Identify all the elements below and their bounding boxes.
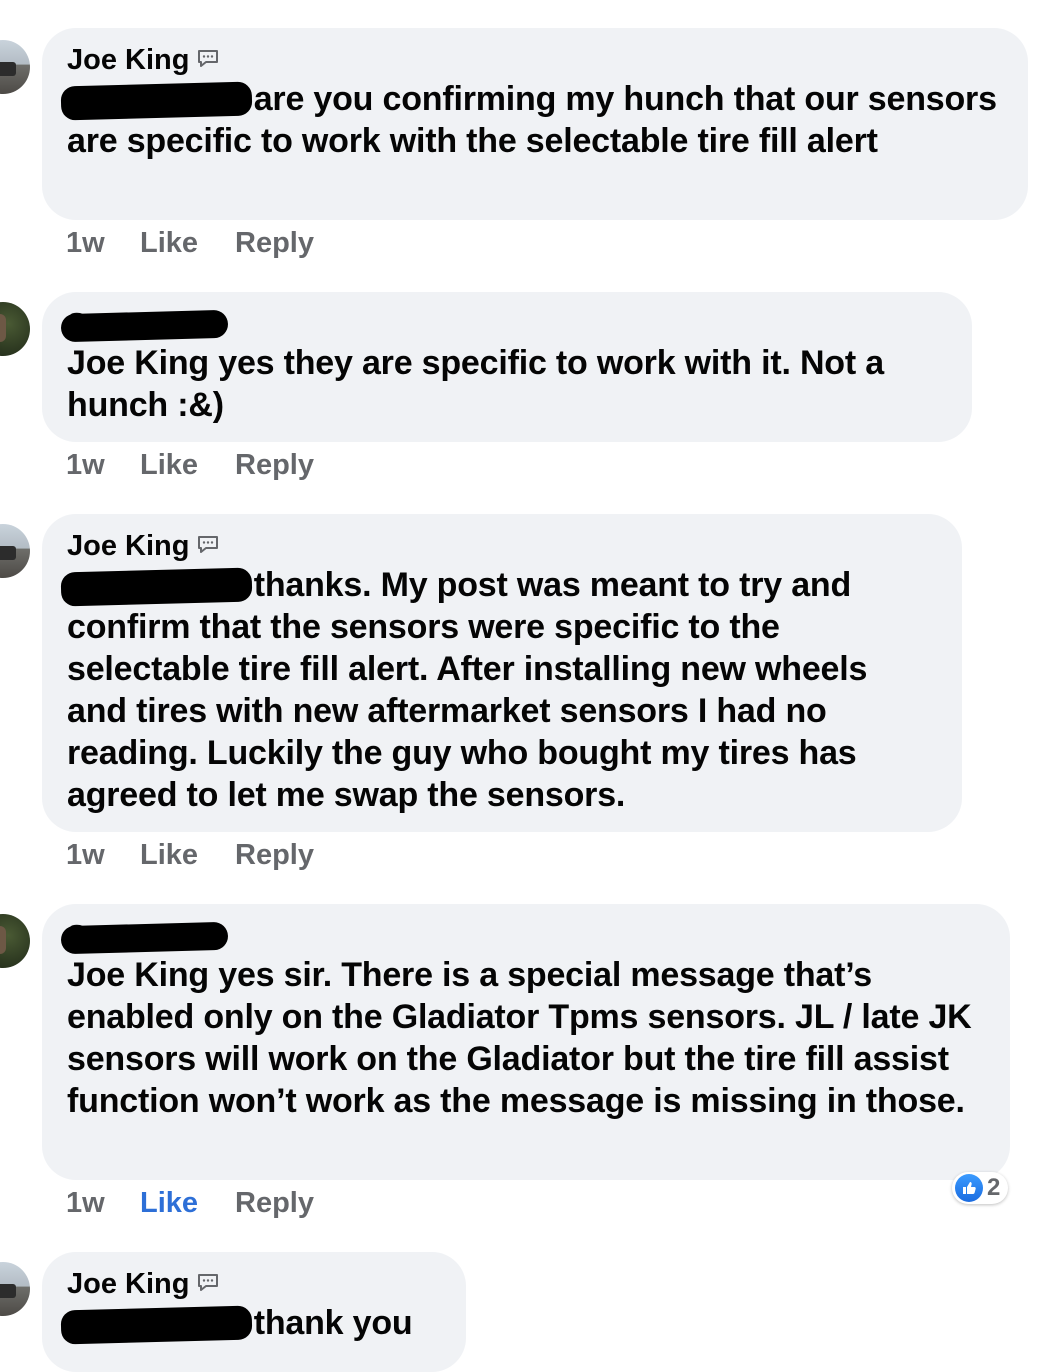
like-button[interactable]: Like [140, 1186, 235, 1220]
comment-author: Joe King [67, 1266, 440, 1302]
message-icon [198, 50, 219, 67]
redacted-mention[interactable]: Scott Blum [67, 1302, 245, 1344]
thumbs-up-icon [955, 1174, 983, 1202]
message-icon [198, 1274, 219, 1291]
mention-link[interactable]: Joe King [67, 344, 209, 382]
comment-actions: 1w Like Reply [66, 838, 314, 872]
like-button[interactable]: Like [140, 838, 235, 872]
comment-bubble: Scott Blum Joe King yes sir. There is a … [42, 904, 1010, 1180]
comment-author: Joe King [67, 42, 1002, 78]
reply-button[interactable]: Reply [235, 226, 314, 260]
reply-button[interactable]: Reply [235, 1186, 314, 1220]
comment-author: Joe King [67, 528, 936, 564]
reply-button[interactable]: Reply [235, 448, 314, 482]
timestamp[interactable]: 1w [66, 1186, 140, 1220]
comment-text: Joe King yes sir. There is a special mes… [67, 954, 984, 1122]
redacted-mention[interactable]: Scott Blum [67, 564, 245, 606]
like-button[interactable]: Like [140, 226, 235, 260]
comment-bubble: Joe King Scott Blum are you confirming m… [42, 28, 1028, 220]
mention-link[interactable]: Joe King [67, 956, 209, 994]
comment-author: Scott Blum [67, 306, 946, 342]
comment-text: Scott Blum are you confirming my hunch t… [67, 78, 1002, 162]
avatar[interactable] [0, 1262, 30, 1316]
comment-body: thank you [244, 1304, 413, 1342]
comment-author: Scott Blum [67, 918, 984, 954]
comment-text: Scott Blum thanks. My post was meant to … [67, 564, 936, 816]
like-button[interactable]: Like [140, 448, 235, 482]
comment-bubble: Joe King Scott Blum thank you [42, 1252, 466, 1372]
author-name[interactable]: Scott Blum [67, 306, 220, 342]
timestamp[interactable]: 1w [66, 838, 140, 872]
redacted-mention[interactable]: Scott Blum [67, 78, 245, 120]
comment-bubble: Joe King Scott Blum thanks. My post was … [42, 514, 962, 832]
author-name[interactable]: Joe King [67, 42, 189, 78]
avatar[interactable] [0, 524, 30, 578]
avatar[interactable] [0, 914, 30, 968]
timestamp[interactable]: 1w [66, 448, 140, 482]
comment-text: Scott Blum thank you [67, 1302, 440, 1344]
comment-actions: 1w Like Reply [66, 226, 314, 260]
reaction-summary[interactable]: 2 [952, 1172, 1009, 1204]
comment-bubble: Scott Blum Joe King yes they are specifi… [42, 292, 972, 442]
author-name[interactable]: Joe King [67, 528, 189, 564]
message-icon [198, 536, 219, 553]
comment-text: Joe King yes they are specific to work w… [67, 342, 946, 426]
author-name[interactable]: Joe King [67, 1266, 189, 1302]
timestamp[interactable]: 1w [66, 226, 140, 260]
avatar[interactable] [0, 40, 30, 94]
reaction-count: 2 [987, 1174, 1001, 1201]
comment-actions: 1w Like Reply [66, 1186, 314, 1220]
comment-actions: 1w Like Reply [66, 448, 314, 482]
reply-button[interactable]: Reply [235, 838, 314, 872]
avatar[interactable] [0, 302, 30, 356]
author-name[interactable]: Scott Blum [67, 918, 220, 954]
